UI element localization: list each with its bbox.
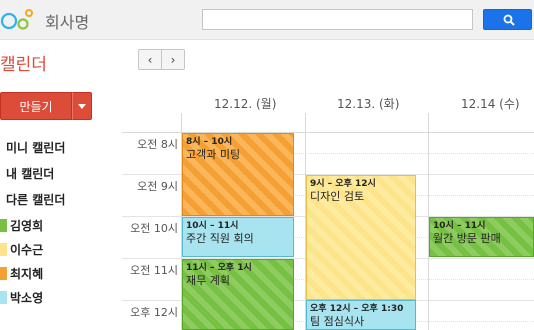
logo-icon — [0, 9, 33, 30]
company-name: 회사명 — [45, 13, 90, 32]
calendar-person-item[interactable]: 김영희 — [0, 217, 43, 234]
page-title: 캘린더 — [0, 55, 47, 75]
event-time: 11시 – 오후 1시 — [186, 263, 252, 273]
event-title: 고객과 미팅 — [186, 148, 241, 161]
person-name: 최지혜 — [10, 267, 44, 281]
person-name: 이수근 — [10, 243, 44, 257]
calendar-person-item[interactable]: 이수근 — [0, 241, 43, 258]
time-label: 오전 8시 — [137, 138, 178, 151]
calendar-person-item[interactable]: 최지혜 — [0, 265, 43, 282]
create-dropdown-button[interactable] — [72, 92, 92, 120]
next-button[interactable]: › — [161, 49, 185, 70]
magnifier-icon — [503, 14, 515, 26]
day-header[interactable]: 12.13. (화) — [337, 95, 399, 112]
event-time: 8시 – 10시 — [186, 137, 233, 147]
event-title: 디자인 검토 — [310, 190, 365, 203]
sidebar-item-other-calendars[interactable]: 다른 캘린더 — [6, 191, 65, 208]
sidebar-item-my-calendars[interactable]: 내 캘린더 — [6, 165, 54, 182]
sidebar-item-mini-calendar[interactable]: 미니 캘린더 — [6, 139, 65, 156]
event-monthly-sales-visit[interactable]: 10시 – 11시 월간 방문 판매 — [429, 217, 534, 257]
search-input[interactable] — [202, 9, 473, 30]
person-name: 김영희 — [10, 219, 44, 233]
event-financial-planning[interactable]: 11시 – 오후 1시 재무 계획 — [182, 259, 294, 330]
event-team-lunch[interactable]: 오후 12시 – 오후 1:30 팀 점심식사 — [306, 300, 416, 330]
event-title: 월간 방문 판매 — [433, 232, 501, 245]
dropdown-arrow-icon — [78, 104, 86, 109]
event-time: 10시 – 11시 — [433, 221, 486, 231]
color-swatch — [0, 243, 7, 256]
time-label: 오전 9시 — [137, 180, 178, 193]
time-label: 오후 12시 — [130, 306, 178, 319]
event-weekly-staff-meeting[interactable]: 10시 – 11시 주간 직원 회의 — [182, 217, 294, 257]
day-header[interactable]: 12.12. (월) — [214, 95, 276, 112]
event-title: 주간 직원 회의 — [186, 232, 254, 245]
event-title: 재무 계획 — [186, 274, 230, 287]
event-title: 팀 점심식사 — [310, 315, 365, 328]
event-client-meeting[interactable]: 8시 – 10시 고객과 미팅 — [182, 133, 294, 216]
event-design-review[interactable]: 9시 – 오후 12시 디자인 검토 — [306, 175, 416, 300]
time-label: 오전 11시 — [130, 264, 178, 277]
event-time: 오후 12시 – 오후 1:30 — [310, 304, 404, 314]
color-swatch — [0, 291, 7, 304]
top-bar: 회사명 — [0, 0, 534, 40]
person-name: 박소영 — [10, 291, 44, 305]
create-button[interactable]: 만들기 — [0, 92, 72, 120]
color-swatch — [0, 267, 7, 280]
color-swatch — [0, 219, 7, 232]
calendar-person-item[interactable]: 박소영 — [0, 289, 43, 306]
event-time: 10시 – 11시 — [186, 221, 239, 231]
day-header[interactable]: 12.14 (수) — [461, 95, 520, 112]
event-time: 9시 – 오후 12시 — [310, 179, 376, 189]
time-label: 오전 10시 — [130, 222, 178, 235]
prev-button[interactable]: ‹ — [138, 49, 162, 70]
search-button[interactable] — [483, 9, 532, 30]
